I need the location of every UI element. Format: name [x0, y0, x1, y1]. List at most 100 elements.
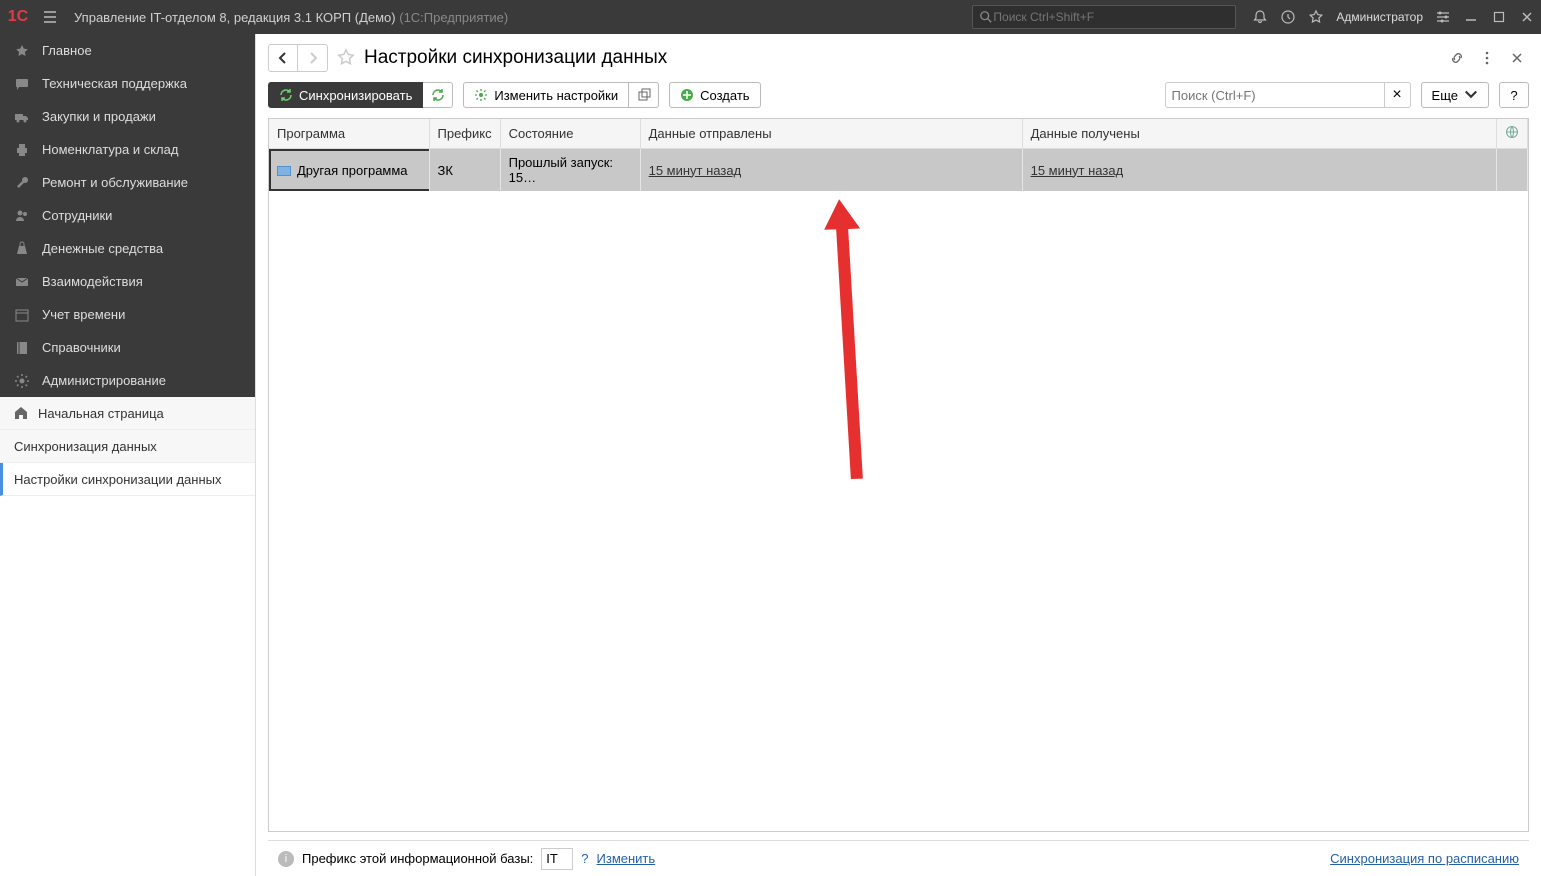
open-external-button[interactable] — [629, 82, 659, 108]
page-header: Настройки синхронизации данных — [268, 44, 1529, 72]
col-program[interactable]: Программа — [269, 119, 429, 149]
sidebar-item-label: Денежные средства — [42, 241, 163, 256]
sub-item-sync[interactable]: Синхронизация данных — [0, 430, 255, 463]
plus-icon — [680, 88, 694, 102]
back-button[interactable] — [268, 44, 298, 72]
table-row[interactable]: Другая программа ЗК Прошлый запуск: 15… … — [269, 149, 1528, 192]
table-header-row: Программа Префикс Состояние Данные отпра… — [269, 119, 1528, 149]
product-name: (1С:Предприятие) — [399, 10, 508, 25]
cell-sent: 15 минут назад — [640, 149, 1022, 192]
cell-received: 15 минут назад — [1022, 149, 1496, 192]
sub-item-home[interactable]: Начальная страница — [0, 397, 255, 430]
sidebar-item-label: Закупки и продажи — [42, 109, 156, 124]
sync-dropdown-button[interactable] — [423, 82, 453, 108]
mail-icon — [14, 274, 30, 290]
schedule-link[interactable]: Синхронизация по расписанию — [1330, 851, 1519, 866]
col-received[interactable]: Данные получены — [1022, 119, 1496, 149]
sidebar-item-label: Ремонт и обслуживание — [42, 175, 188, 190]
create-button[interactable]: Создать — [669, 82, 760, 108]
sync-button-label: Синхронизировать — [299, 88, 412, 103]
more-button[interactable]: Еще — [1421, 82, 1489, 108]
sub-item-label: Настройки синхронизации данных — [14, 472, 222, 487]
maximize-icon[interactable] — [1485, 0, 1513, 34]
sidebar-item-stock[interactable]: Номенклатура и склад — [0, 133, 255, 166]
sidebar-item-label: Номенклатура и склад — [42, 142, 178, 157]
gear-green-icon — [474, 88, 488, 102]
sidebar-item-label: Сотрудники — [42, 208, 112, 223]
col-sent[interactable]: Данные отправлены — [640, 119, 1022, 149]
cell-program-text: Другая программа — [297, 163, 408, 178]
home-icon — [14, 406, 28, 420]
sidebar-item-interactions[interactable]: Взаимодействия — [0, 265, 255, 298]
sidebar-item-staff[interactable]: Сотрудники — [0, 199, 255, 232]
sync-icon — [279, 88, 293, 102]
help-button[interactable]: ? — [1499, 82, 1529, 108]
sidebar-item-money[interactable]: Денежные средства — [0, 232, 255, 265]
bell-icon[interactable] — [1246, 0, 1274, 34]
sent-link[interactable]: 15 минут назад — [649, 163, 742, 178]
sidebar-item-label: Взаимодействия — [42, 274, 143, 289]
content-area: Настройки синхронизации данных Синхрониз… — [256, 34, 1541, 876]
sub-item-sync-settings[interactable]: Настройки синхронизации данных — [0, 463, 255, 496]
create-button-label: Создать — [700, 88, 749, 103]
sidebar-item-label: Справочники — [42, 340, 121, 355]
prefix-label: Префикс этой информационной базы: — [302, 851, 533, 866]
menu-icon[interactable] — [36, 9, 64, 25]
col-globe[interactable] — [1497, 119, 1528, 149]
globe-icon — [1505, 125, 1519, 139]
star-icon[interactable] — [1302, 0, 1330, 34]
sync-table: Программа Префикс Состояние Данные отпра… — [268, 118, 1529, 832]
sidebar-item-support[interactable]: Техническая поддержка — [0, 67, 255, 100]
global-search-input[interactable] — [993, 10, 1229, 24]
cell-program: Другая программа — [269, 149, 429, 192]
sidebar-item-main[interactable]: Главное — [0, 34, 255, 67]
calendar-icon — [14, 307, 30, 323]
link-icon[interactable] — [1445, 46, 1469, 70]
sidebar-item-catalogs[interactable]: Справочники — [0, 331, 255, 364]
chat-icon — [14, 76, 30, 92]
page-search-input[interactable] — [1165, 82, 1385, 108]
sidebar-item-repair[interactable]: Ремонт и обслуживание — [0, 166, 255, 199]
info-icon: i — [278, 851, 294, 867]
sync-button[interactable]: Синхронизировать — [268, 82, 423, 108]
sub-item-label: Начальная страница — [38, 406, 164, 421]
prefix-input[interactable] — [541, 848, 573, 870]
help-question-icon[interactable]: ? — [581, 851, 588, 866]
cell-globe — [1497, 149, 1528, 192]
app-logo: 1C — [0, 0, 36, 34]
sidebar-item-label: Главное — [42, 43, 92, 58]
kebab-icon[interactable] — [1475, 46, 1499, 70]
cell-state: Прошлый запуск: 15… — [500, 149, 640, 192]
col-prefix[interactable]: Префикс — [429, 119, 500, 149]
change-link[interactable]: Изменить — [597, 851, 656, 866]
sidebar-item-label: Техническая поддержка — [42, 76, 187, 91]
program-icon — [277, 166, 291, 176]
gear-icon — [14, 373, 30, 389]
sidebar-item-admin[interactable]: Администрирование — [0, 364, 255, 397]
star-filled-icon — [14, 43, 30, 59]
wrench-icon — [14, 175, 30, 191]
history-icon[interactable] — [1274, 0, 1302, 34]
col-state[interactable]: Состояние — [500, 119, 640, 149]
global-search[interactable] — [972, 5, 1236, 29]
minimize-icon[interactable] — [1457, 0, 1485, 34]
forward-button[interactable] — [298, 44, 328, 72]
close-page-icon[interactable] — [1505, 46, 1529, 70]
settings-icon[interactable] — [1429, 0, 1457, 34]
sidebar-item-time[interactable]: Учет времени — [0, 298, 255, 331]
favorite-icon[interactable] — [336, 48, 356, 68]
user-label[interactable]: Администратор — [1330, 10, 1429, 24]
sidebar-item-purchases[interactable]: Закупки и продажи — [0, 100, 255, 133]
sidebar: Главное Техническая поддержка Закупки и … — [0, 34, 256, 876]
received-link[interactable]: 15 минут назад — [1031, 163, 1124, 178]
close-icon[interactable] — [1513, 0, 1541, 34]
edit-settings-button[interactable]: Изменить настройки — [463, 82, 629, 108]
users-icon — [14, 208, 30, 224]
search-icon — [979, 10, 993, 24]
more-button-label: Еще — [1432, 88, 1458, 103]
book-icon — [14, 340, 30, 356]
page-search: × — [1165, 82, 1411, 108]
popout-icon — [637, 88, 651, 102]
cell-prefix: ЗК — [429, 149, 500, 192]
search-clear-button[interactable]: × — [1385, 82, 1411, 108]
